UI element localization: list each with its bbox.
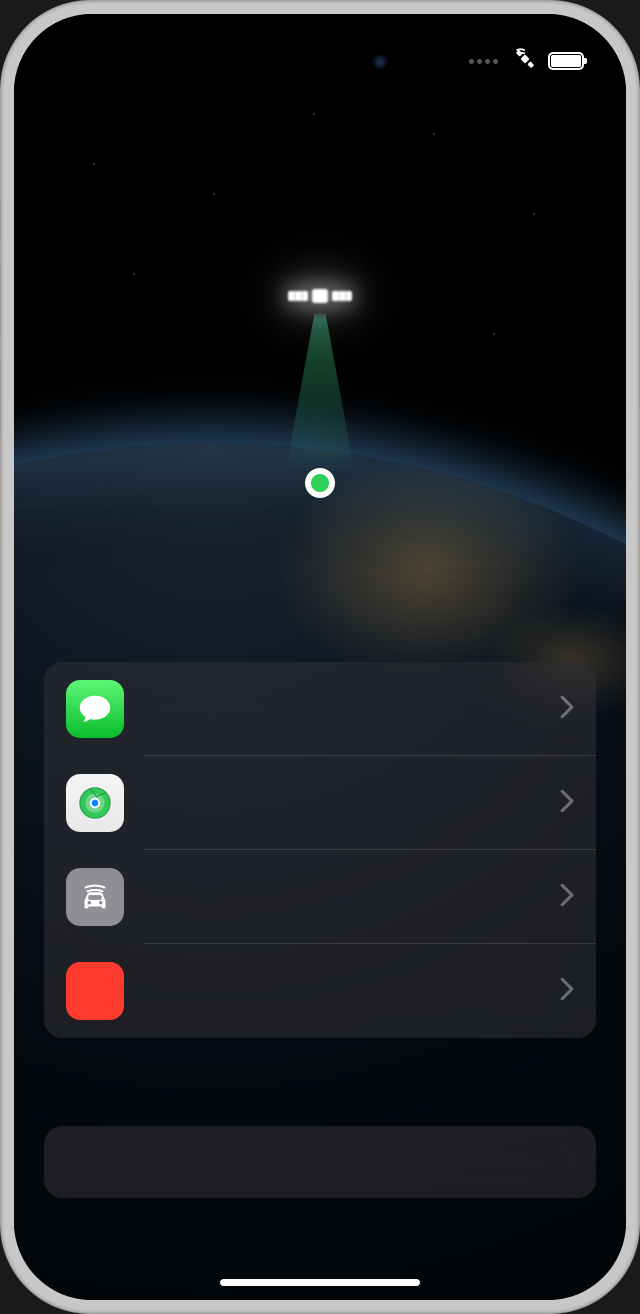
chevron-right-icon [560,884,574,911]
cellular-dots-icon [469,59,498,64]
sos-option[interactable] [44,944,596,1038]
volume-down-button[interactable] [0,358,1,438]
satellite-status-icon [512,46,538,77]
findmy-app-icon [66,774,124,832]
sos-app-icon [66,962,124,1020]
screen [14,14,626,1300]
location-marker [305,468,335,498]
space-background [14,14,626,1300]
roadside-option[interactable] [44,850,596,944]
chevron-right-icon [560,696,574,723]
findmy-option[interactable] [44,756,596,850]
volume-up-button[interactable] [0,260,1,340]
disconnect-button[interactable] [44,1126,596,1198]
chevron-right-icon [560,790,574,817]
messages-option[interactable] [44,662,596,756]
chevron-right-icon [560,978,574,1005]
battery-icon [548,52,584,70]
dynamic-island[interactable] [235,38,405,86]
satellite-icon [284,279,356,313]
device-frame [0,0,640,1314]
action-button[interactable] [0,200,1,242]
messages-app-icon [66,680,124,738]
options-panel [44,662,596,1038]
title-area [14,542,626,550]
home-indicator[interactable] [220,1279,420,1286]
roadside-app-icon [66,868,124,926]
